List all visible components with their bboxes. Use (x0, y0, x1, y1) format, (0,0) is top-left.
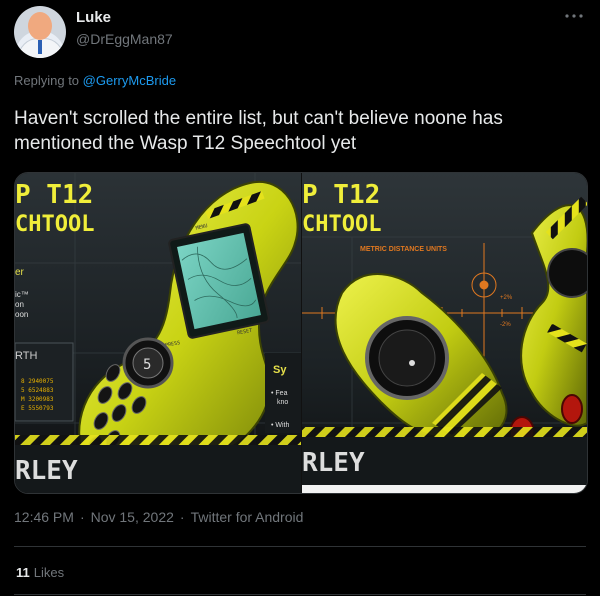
tweet-text: Haven't scrolled the entire list, but ca… (14, 108, 503, 154)
left-bullet-0: • Fea (271, 390, 288, 397)
tweet-timestamp-row: 12:46 PM · Nov 15, 2022 · Twitter for Androi… (14, 509, 304, 525)
right-footer: RLEY (302, 448, 365, 478)
right-title-line1: P T12 (302, 180, 380, 210)
left-title-line1: P T12 (15, 180, 93, 210)
tweet-card: Luke @DrEggMan87 Replying to @GerryMcBri… (0, 0, 600, 596)
right-units: METRIC DISTANCE UNITS (360, 246, 447, 253)
right-minus: -2% (500, 322, 511, 328)
right-title-line2: CHTOOL (302, 212, 381, 237)
reply-mention-link[interactable]: @GerryMcBride (83, 73, 176, 88)
left-sy: Sy (273, 364, 287, 376)
left-list-0: 8 2940075 (21, 378, 54, 385)
author-handle[interactable]: @DrEggMan87 (76, 31, 173, 47)
likes-stat[interactable]: 11 Likes (16, 565, 64, 580)
left-side-text-3: oon (15, 310, 28, 319)
tweet-source[interactable]: Twitter for Android (191, 509, 304, 525)
replying-to: Replying to @GerryMcBride (14, 73, 176, 88)
replying-to-prefix: Replying to (14, 73, 80, 88)
tweet-date[interactable]: Nov 15, 2022 (91, 509, 174, 525)
left-list-2: M 3200983 (21, 396, 54, 403)
author-display-name[interactable]: Luke (76, 9, 111, 26)
left-list-1: 5 6524883 (21, 387, 54, 394)
media-image-right[interactable]: P T12 CHTOOL METRIC DISTANCE UNITS +2% -… (302, 173, 587, 493)
left-bullet-2: • With (271, 422, 290, 429)
tweet-time[interactable]: 12:46 PM (14, 509, 74, 525)
left-side-text-1: ic™ (15, 290, 29, 299)
svg-text:5: 5 (143, 357, 151, 373)
likes-count: 11 (16, 565, 30, 580)
right-plus: +2% (500, 295, 513, 301)
left-list-3: E 5550793 (21, 405, 54, 412)
left-side-text-2: on (15, 300, 24, 309)
divider-bottom (14, 594, 586, 595)
more-options-icon[interactable] (562, 10, 586, 30)
tweet-media[interactable]: P T12 CHTOOL er ic™ on oon RTH 8 2940075… (14, 172, 588, 494)
divider-top (14, 546, 586, 547)
left-footer: RLEY (15, 456, 78, 486)
left-side-text-0: er (15, 267, 25, 278)
likes-label: Likes (33, 565, 65, 580)
left-title-line2: CHTOOL (15, 212, 94, 237)
media-image-left[interactable]: P T12 CHTOOL er ic™ on oon RTH 8 2940075… (15, 173, 301, 493)
avatar[interactable] (14, 6, 66, 58)
left-bullet-1: kno (277, 399, 288, 406)
left-rth: RTH (15, 350, 37, 362)
